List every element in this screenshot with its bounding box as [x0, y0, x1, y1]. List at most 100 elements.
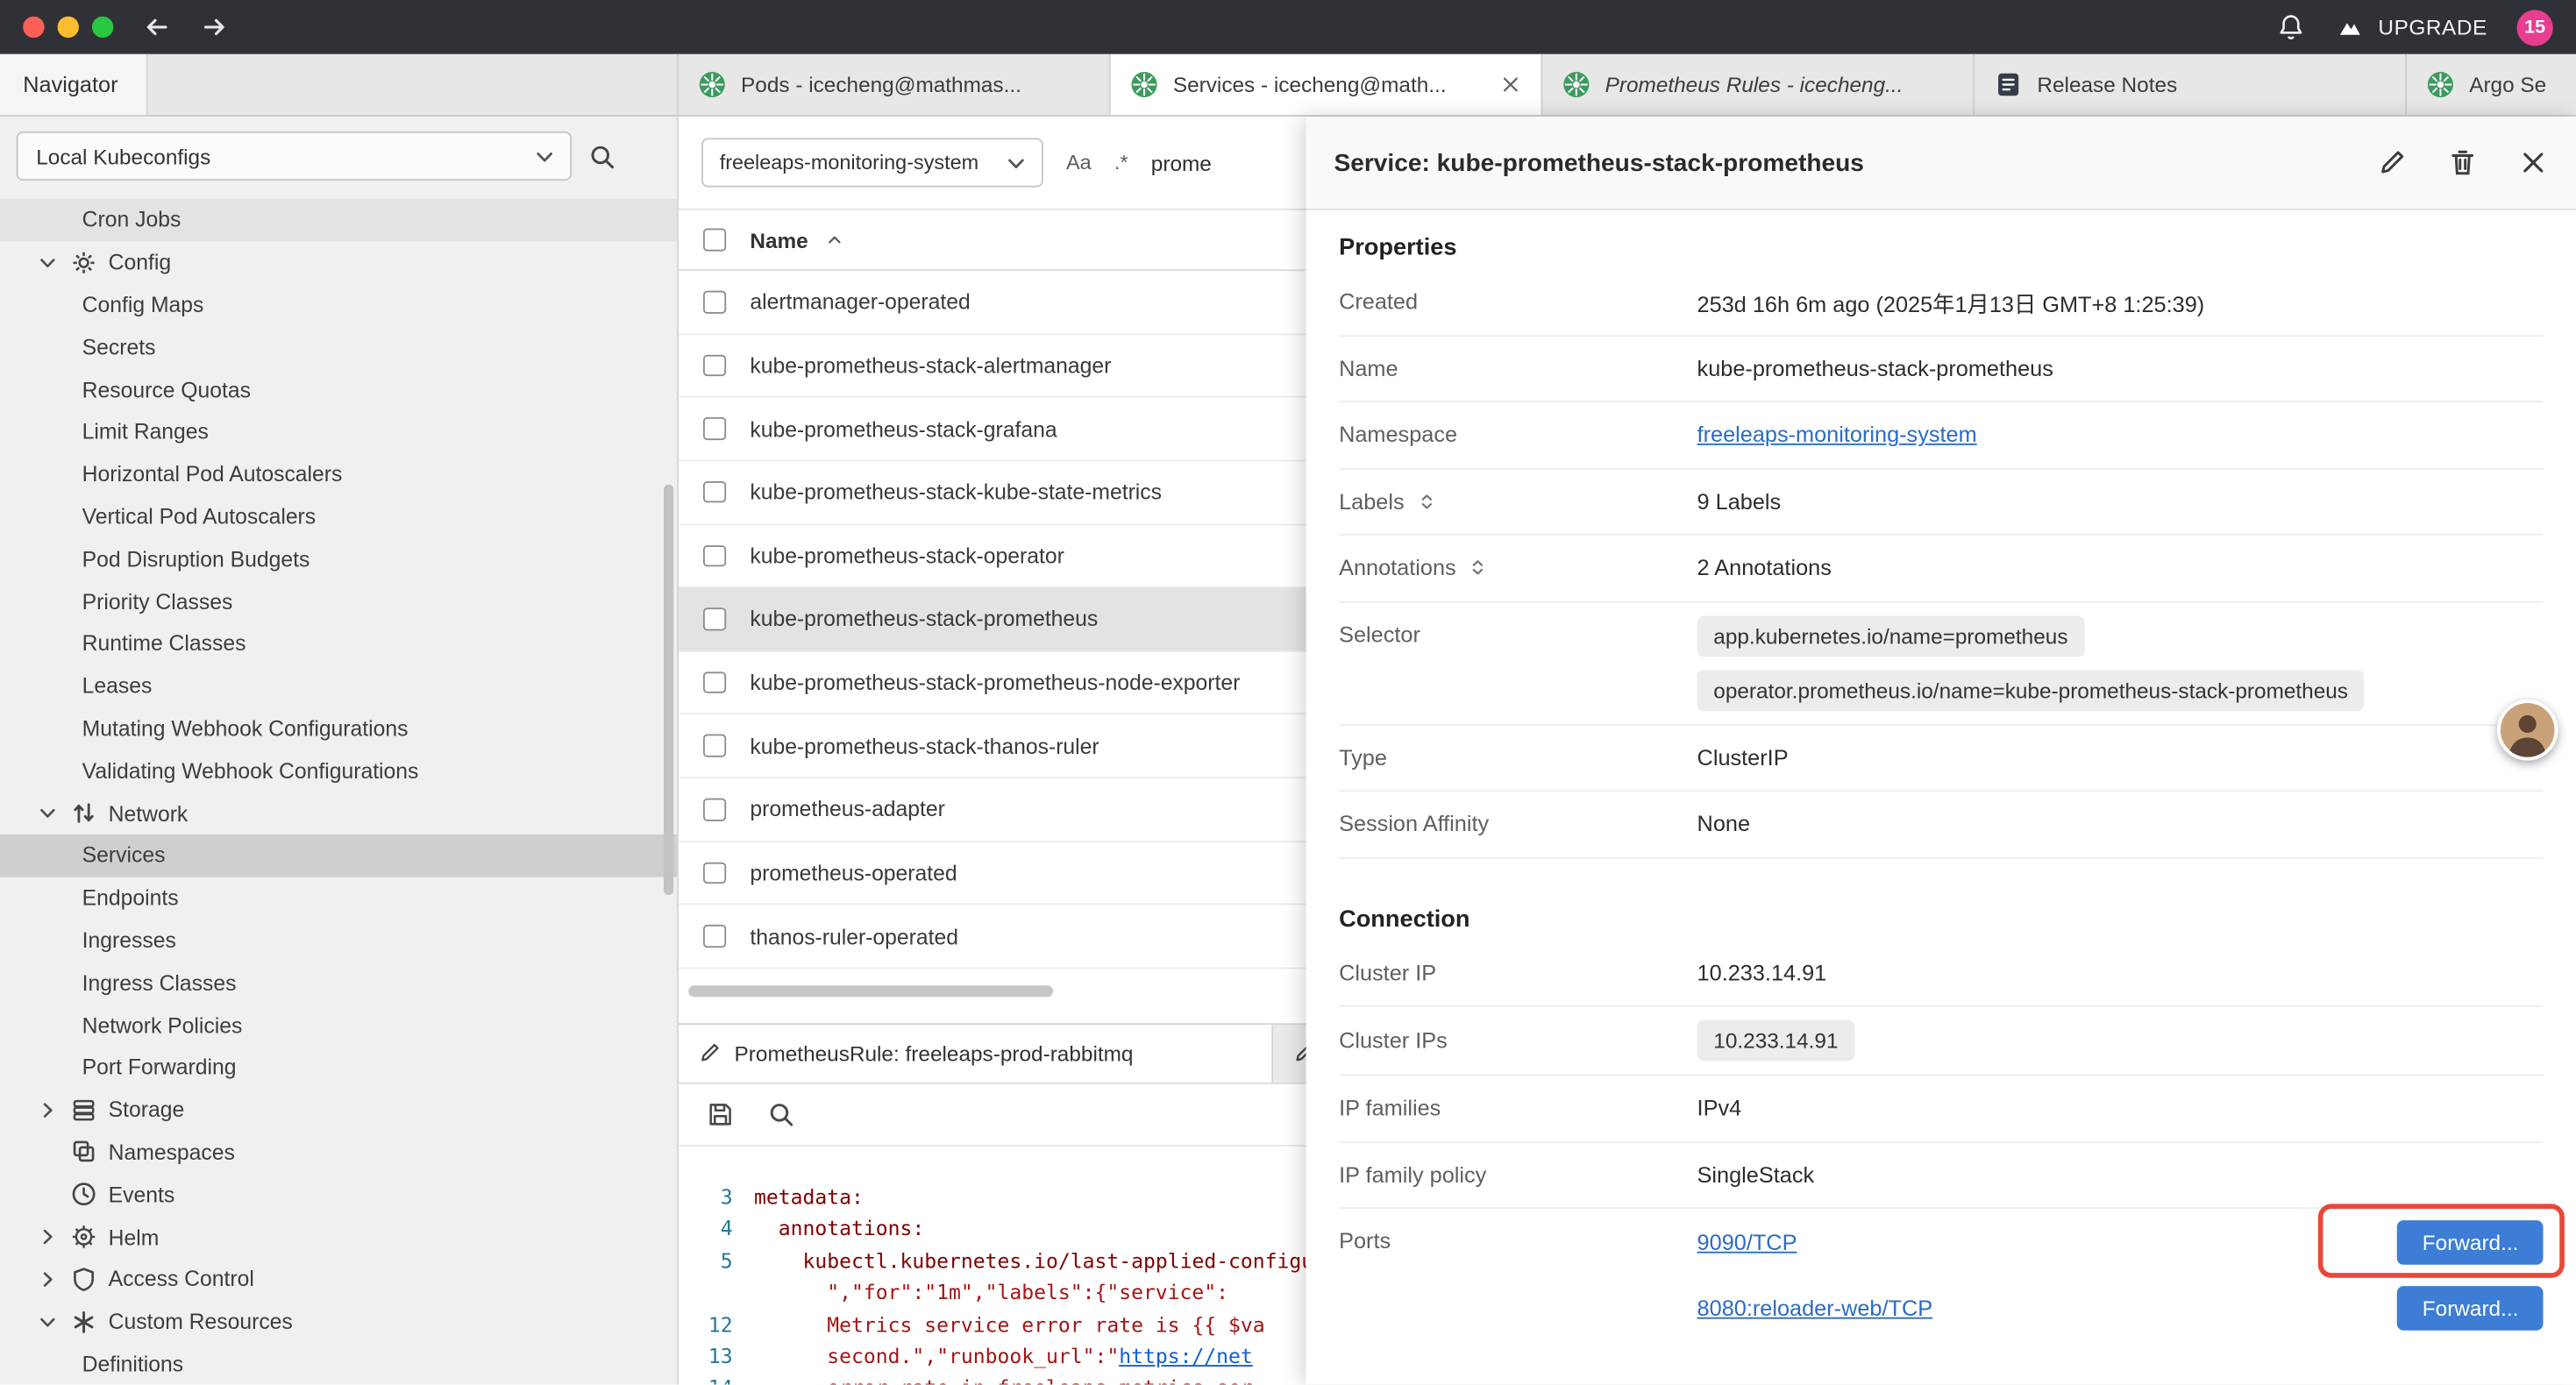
- table-row[interactable]: kube-prometheus-stack-thanos-ruler: [679, 715, 1306, 778]
- editor-search-icon[interactable]: [767, 1100, 795, 1128]
- sidebar-item-config-maps[interactable]: Config Maps: [0, 283, 677, 325]
- sidebar-scrollbar[interactable]: [664, 485, 673, 895]
- zoom-window-button[interactable]: [92, 17, 113, 38]
- navigator-tab[interactable]: Navigator: [0, 54, 148, 115]
- service-name: kube-prometheus-stack-grafana: [750, 416, 1057, 441]
- notification-count-badge[interactable]: 15: [2517, 9, 2553, 45]
- search-input[interactable]: prome: [1151, 150, 1212, 174]
- table-row[interactable]: kube-prometheus-stack-operator: [679, 525, 1306, 588]
- namespace-filter-dropdown[interactable]: freeleaps-monitoring-system: [701, 138, 1043, 187]
- sort-caret-up-icon[interactable]: [824, 230, 843, 249]
- table-row[interactable]: kube-prometheus-stack-prometheus: [679, 588, 1306, 651]
- tab-pods-icecheng-mathmas[interactable]: Pods - icecheng@mathmas...: [679, 54, 1111, 115]
- close-icon[interactable]: [2518, 148, 2548, 178]
- sidebar-item-events[interactable]: Events: [0, 1173, 677, 1215]
- sidebar-item-priority-classes[interactable]: Priority Classes: [0, 580, 677, 622]
- horizontal-scrollbar[interactable]: [679, 982, 1306, 1000]
- row-checkbox[interactable]: [703, 735, 725, 756]
- sidebar-item-horizontal-pod-autoscalers[interactable]: Horizontal Pod Autoscalers: [0, 453, 677, 495]
- port-link[interactable]: 8080:reloader-web/TCP: [1697, 1295, 1933, 1319]
- forward-button[interactable]: Forward...: [2398, 1219, 2544, 1264]
- row-checkbox[interactable]: [703, 418, 725, 440]
- sidebar-item-access-control[interactable]: Access Control: [0, 1258, 677, 1300]
- sidebar-item-config[interactable]: Config: [0, 241, 677, 283]
- sidebar-item-runtime-classes[interactable]: Runtime Classes: [0, 622, 677, 664]
- upgrade-button[interactable]: UPGRADE: [2334, 15, 2487, 39]
- row-checkbox[interactable]: [703, 608, 725, 630]
- sidebar-item-validating-webhook-configurations[interactable]: Validating Webhook Configurations: [0, 749, 677, 792]
- sidebar-item-port-forwarding[interactable]: Port Forwarding: [0, 1046, 677, 1088]
- notifications-bell-icon[interactable]: [2276, 13, 2304, 41]
- forward-button[interactable]: Forward...: [2398, 1285, 2544, 1330]
- yaml-editor[interactable]: 3metadata:4 annotations:5 kubectl.kubern…: [679, 1147, 1306, 1385]
- table-row[interactable]: thanos-ruler-operated: [679, 906, 1306, 969]
- close-icon[interactable]: [1500, 74, 1521, 95]
- code-text: kubectl.kubernetes.io/last-applied-confi…: [754, 1246, 1306, 1278]
- sidebar-item-network[interactable]: Network: [0, 792, 677, 834]
- sidebar-item-mutating-webhook-configurations[interactable]: Mutating Webhook Configurations: [0, 707, 677, 749]
- row-checkbox[interactable]: [703, 291, 725, 313]
- edit-pencil-icon[interactable]: [2377, 148, 2407, 178]
- regex-toggle[interactable]: .*: [1114, 151, 1128, 174]
- row-checkbox[interactable]: [703, 481, 725, 503]
- chevron-down-icon: [532, 144, 557, 168]
- expand-toggle-icon[interactable]: [1468, 558, 1489, 579]
- sidebar-item-label: Priority Classes: [82, 589, 233, 614]
- close-window-button[interactable]: [23, 17, 44, 38]
- tab-services-icecheng-math[interactable]: Services - icecheng@math...: [1111, 54, 1543, 115]
- kubernetes-icon: [2426, 71, 2454, 99]
- forward-arrow-icon[interactable]: [201, 13, 229, 41]
- sidebar-item-namespaces[interactable]: Namespaces: [0, 1131, 677, 1173]
- kubeconfig-selector[interactable]: Local Kubeconfigs: [17, 131, 572, 181]
- table-row[interactable]: kube-prometheus-stack-prometheus-node-ex…: [679, 651, 1306, 714]
- sidebar-item-pod-disruption-budgets[interactable]: Pod Disruption Budgets: [0, 537, 677, 579]
- minimize-window-button[interactable]: [58, 17, 79, 38]
- gear-icon: [71, 249, 97, 275]
- table-row[interactable]: kube-prometheus-stack-alertmanager: [679, 335, 1306, 398]
- save-icon[interactable]: [707, 1100, 735, 1128]
- sidebar-item-network-policies[interactable]: Network Policies: [0, 1004, 677, 1046]
- editor-tab-prometheusrule[interactable]: PrometheusRule: freeleaps-prod-rabbitmq: [679, 1025, 1273, 1083]
- sidebar-item-limit-ranges[interactable]: Limit Ranges: [0, 410, 677, 452]
- sidebar-item-vertical-pod-autoscalers[interactable]: Vertical Pod Autoscalers: [0, 495, 677, 537]
- namespace-link[interactable]: freeleaps-monitoring-system: [1697, 423, 1977, 447]
- sidebar-item-cron-jobs[interactable]: Cron Jobs: [0, 199, 677, 241]
- row-checkbox[interactable]: [703, 544, 725, 566]
- editor-tab-next[interactable]: [1273, 1025, 1306, 1083]
- table-row[interactable]: prometheus-adapter: [679, 778, 1306, 842]
- table-row[interactable]: alertmanager-operated: [679, 271, 1306, 334]
- sidebar-item-helm[interactable]: Helm: [0, 1216, 677, 1258]
- row-checkbox[interactable]: [703, 925, 725, 947]
- sidebar-item-storage[interactable]: Storage: [0, 1089, 677, 1131]
- tab-argo-se[interactable]: Argo Se: [2407, 54, 2576, 115]
- back-arrow-icon[interactable]: [143, 13, 171, 41]
- sidebar-item-custom-resources[interactable]: Custom Resources: [0, 1300, 677, 1342]
- match-case-toggle[interactable]: Aa: [1066, 151, 1092, 174]
- sidebar-item-services[interactable]: Services: [0, 835, 677, 877]
- tab-prometheus-rules-icecheng[interactable]: Prometheus Rules - icecheng...: [1542, 54, 1975, 115]
- tab-release-notes[interactable]: Release Notes: [1975, 54, 2407, 115]
- sidebar-item-endpoints[interactable]: Endpoints: [0, 877, 677, 919]
- row-checkbox[interactable]: [703, 862, 725, 884]
- trash-icon[interactable]: [2448, 148, 2478, 178]
- expand-toggle-icon[interactable]: [1416, 491, 1437, 512]
- row-checkbox[interactable]: [703, 671, 725, 693]
- sidebar-item-resource-quotas[interactable]: Resource Quotas: [0, 368, 677, 410]
- sidebar-item-leases[interactable]: Leases: [0, 664, 677, 707]
- scrollbar-thumb[interactable]: [688, 985, 1053, 997]
- name-column-header[interactable]: Name: [750, 228, 808, 252]
- row-checkbox[interactable]: [703, 799, 725, 820]
- table-row[interactable]: kube-prometheus-stack-grafana: [679, 398, 1306, 461]
- port-link[interactable]: 9090/TCP: [1697, 1229, 1797, 1254]
- select-all-checkbox[interactable]: [703, 229, 725, 251]
- avatar[interactable]: [2497, 700, 2558, 760]
- sidebar-item-secrets[interactable]: Secrets: [0, 326, 677, 368]
- row-checkbox[interactable]: [703, 354, 725, 376]
- sidebar-item-label: Endpoints: [82, 885, 179, 910]
- sidebar-item-ingress-classes[interactable]: Ingress Classes: [0, 962, 677, 1004]
- sidebar-item-definitions[interactable]: Definitions: [0, 1343, 677, 1385]
- table-row[interactable]: prometheus-operated: [679, 842, 1306, 906]
- sidebar-item-ingresses[interactable]: Ingresses: [0, 919, 677, 961]
- sidebar-search-icon[interactable]: [588, 142, 616, 170]
- table-row[interactable]: kube-prometheus-stack-kube-state-metrics: [679, 461, 1306, 524]
